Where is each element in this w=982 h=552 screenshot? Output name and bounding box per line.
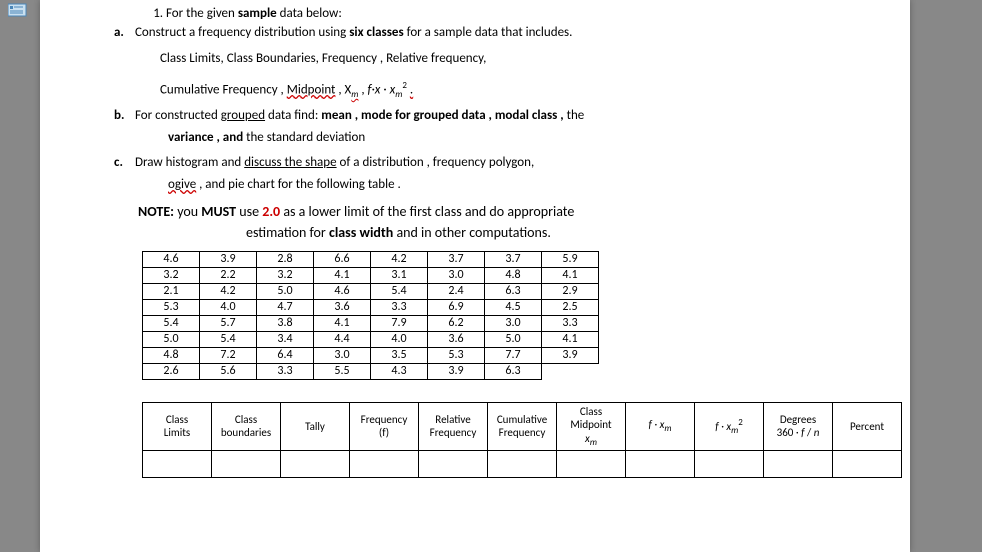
header-cell: ClassLimits — [143, 402, 212, 451]
data-cell — [542, 363, 599, 379]
header-cell: Classboundaries — [212, 402, 281, 451]
data-cell: 5.3 — [143, 299, 200, 315]
header-cell: CumulativeFrequency — [488, 402, 557, 451]
data-cell: 4.1 — [542, 331, 599, 347]
data-cell: 5.7 — [200, 315, 257, 331]
data-cell: 4.3 — [371, 363, 428, 379]
header-cell: f · xm2 — [695, 402, 764, 451]
data-cell: 5.0 — [143, 331, 200, 347]
data-cell: 3.0 — [428, 267, 485, 283]
data-cell: 3.0 — [485, 315, 542, 331]
item-c: c. Draw histogram and discuss the shape … — [114, 155, 874, 196]
data-cell: 2.6 — [143, 363, 200, 379]
data-cell: 2.1 — [143, 283, 200, 299]
header-cell: f · xm — [626, 402, 695, 451]
document-page: For the given sample data below: a. Cons… — [40, 0, 910, 552]
data-cell: 3.9 — [428, 363, 485, 379]
data-cell: 3.4 — [257, 331, 314, 347]
data-cell: 4.0 — [371, 331, 428, 347]
header-cell: Degrees360 · f / n — [764, 402, 833, 451]
item-c-text: Draw histogram and discuss the shape of … — [135, 155, 534, 170]
header-cell: ClassMidpointxm — [557, 402, 626, 451]
data-cell: 2.2 — [200, 267, 257, 283]
ordered-list-a: a. Construct a frequency distribution us… — [114, 25, 874, 197]
data-cell: 3.9 — [542, 347, 599, 363]
data-cell: 4.1 — [314, 267, 371, 283]
data-cell: 3.6 — [428, 331, 485, 347]
data-cell: 4.8 — [143, 347, 200, 363]
data-cell: 5.9 — [542, 251, 599, 267]
note-line1: NOTE: you MUST use 2.0 as a lower limit … — [138, 203, 874, 220]
label-c: c. — [114, 155, 132, 170]
q1-text: For the given sample data below: — [166, 6, 342, 21]
data-cell: 3.3 — [542, 315, 599, 331]
data-cell: 6.6 — [314, 251, 371, 267]
data-table: 4.63.92.86.64.23.73.75.93.22.23.24.13.13… — [142, 251, 599, 380]
item-b-text: For constructed grouped data find: mean … — [135, 108, 584, 123]
data-cell: 2.4 — [428, 283, 485, 299]
data-cell: 2.5 — [542, 299, 599, 315]
data-cell: 4.8 — [485, 267, 542, 283]
data-cell: 3.3 — [257, 363, 314, 379]
item-a-line3: Cumulative Frequency , Midpoint , Xm , f… — [160, 78, 874, 102]
data-cell: 5.4 — [143, 315, 200, 331]
data-cell: 4.6 — [314, 283, 371, 299]
data-cell: 4.5 — [485, 299, 542, 315]
item-a-line2: Class Limits, Class Boundaries, Frequenc… — [160, 48, 874, 70]
data-cell: 3.7 — [428, 251, 485, 267]
data-cell: 4.0 — [200, 299, 257, 315]
data-cell: 4.7 — [257, 299, 314, 315]
data-cell: 5.3 — [428, 347, 485, 363]
data-cell: 3.0 — [314, 347, 371, 363]
data-cell: 6.9 — [428, 299, 485, 315]
data-cell: 4.1 — [314, 315, 371, 331]
data-cell: 4.6 — [143, 251, 200, 267]
header-cell: Tally — [281, 402, 350, 451]
label-a: a. — [114, 25, 132, 40]
data-cell: 3.1 — [371, 267, 428, 283]
data-cell: 2.9 — [542, 283, 599, 299]
header-cell: Frequency(f) — [350, 402, 419, 451]
header-cell: RelativeFrequency — [419, 402, 488, 451]
item-b-line2: variance , and the standard deviation — [168, 127, 874, 149]
data-cell: 7.7 — [485, 347, 542, 363]
data-cell: 5.4 — [371, 283, 428, 299]
data-cell: 5.0 — [257, 283, 314, 299]
item-a-text: Construct a frequency distribution using… — [135, 25, 572, 40]
data-cell: 5.6 — [200, 363, 257, 379]
data-cell: 3.6 — [314, 299, 371, 315]
data-cell: 3.9 — [200, 251, 257, 267]
data-cell: 4.1 — [542, 267, 599, 283]
page-tab-icon — [8, 2, 30, 18]
data-cell: 3.2 — [257, 267, 314, 283]
data-cell: 6.4 — [257, 347, 314, 363]
data-cell: 5.4 — [200, 331, 257, 347]
ordered-list-1: For the given sample data below: — [166, 6, 874, 21]
item-b: b. For constructed grouped data find: me… — [114, 108, 874, 149]
data-cell: 4.2 — [200, 283, 257, 299]
data-cell: 6.3 — [485, 283, 542, 299]
data-cell: 3.8 — [257, 315, 314, 331]
data-cell: 7.2 — [200, 347, 257, 363]
data-cell: 6.2 — [428, 315, 485, 331]
header-cell: Percent — [833, 402, 902, 451]
header-table: ClassLimitsClassboundariesTallyFrequency… — [142, 402, 902, 479]
item-c-line2: ogive , and pie chart for the following … — [168, 174, 874, 196]
data-cell: 3.3 — [371, 299, 428, 315]
data-cell: 3.2 — [143, 267, 200, 283]
data-cell: 5.0 — [485, 331, 542, 347]
label-b: b. — [114, 108, 132, 123]
data-cell: 5.5 — [314, 363, 371, 379]
data-cell: 3.5 — [371, 347, 428, 363]
list-item-1: For the given sample data below: — [166, 6, 874, 21]
data-cell: 4.2 — [371, 251, 428, 267]
data-cell: 3.7 — [485, 251, 542, 267]
data-cell: 4.4 — [314, 331, 371, 347]
data-cell: 7.9 — [371, 315, 428, 331]
note-line2: estimation for class width and in other … — [246, 224, 874, 241]
item-a: a. Construct a frequency distribution us… — [114, 25, 874, 102]
data-cell: 6.3 — [485, 363, 542, 379]
data-cell: 2.8 — [257, 251, 314, 267]
